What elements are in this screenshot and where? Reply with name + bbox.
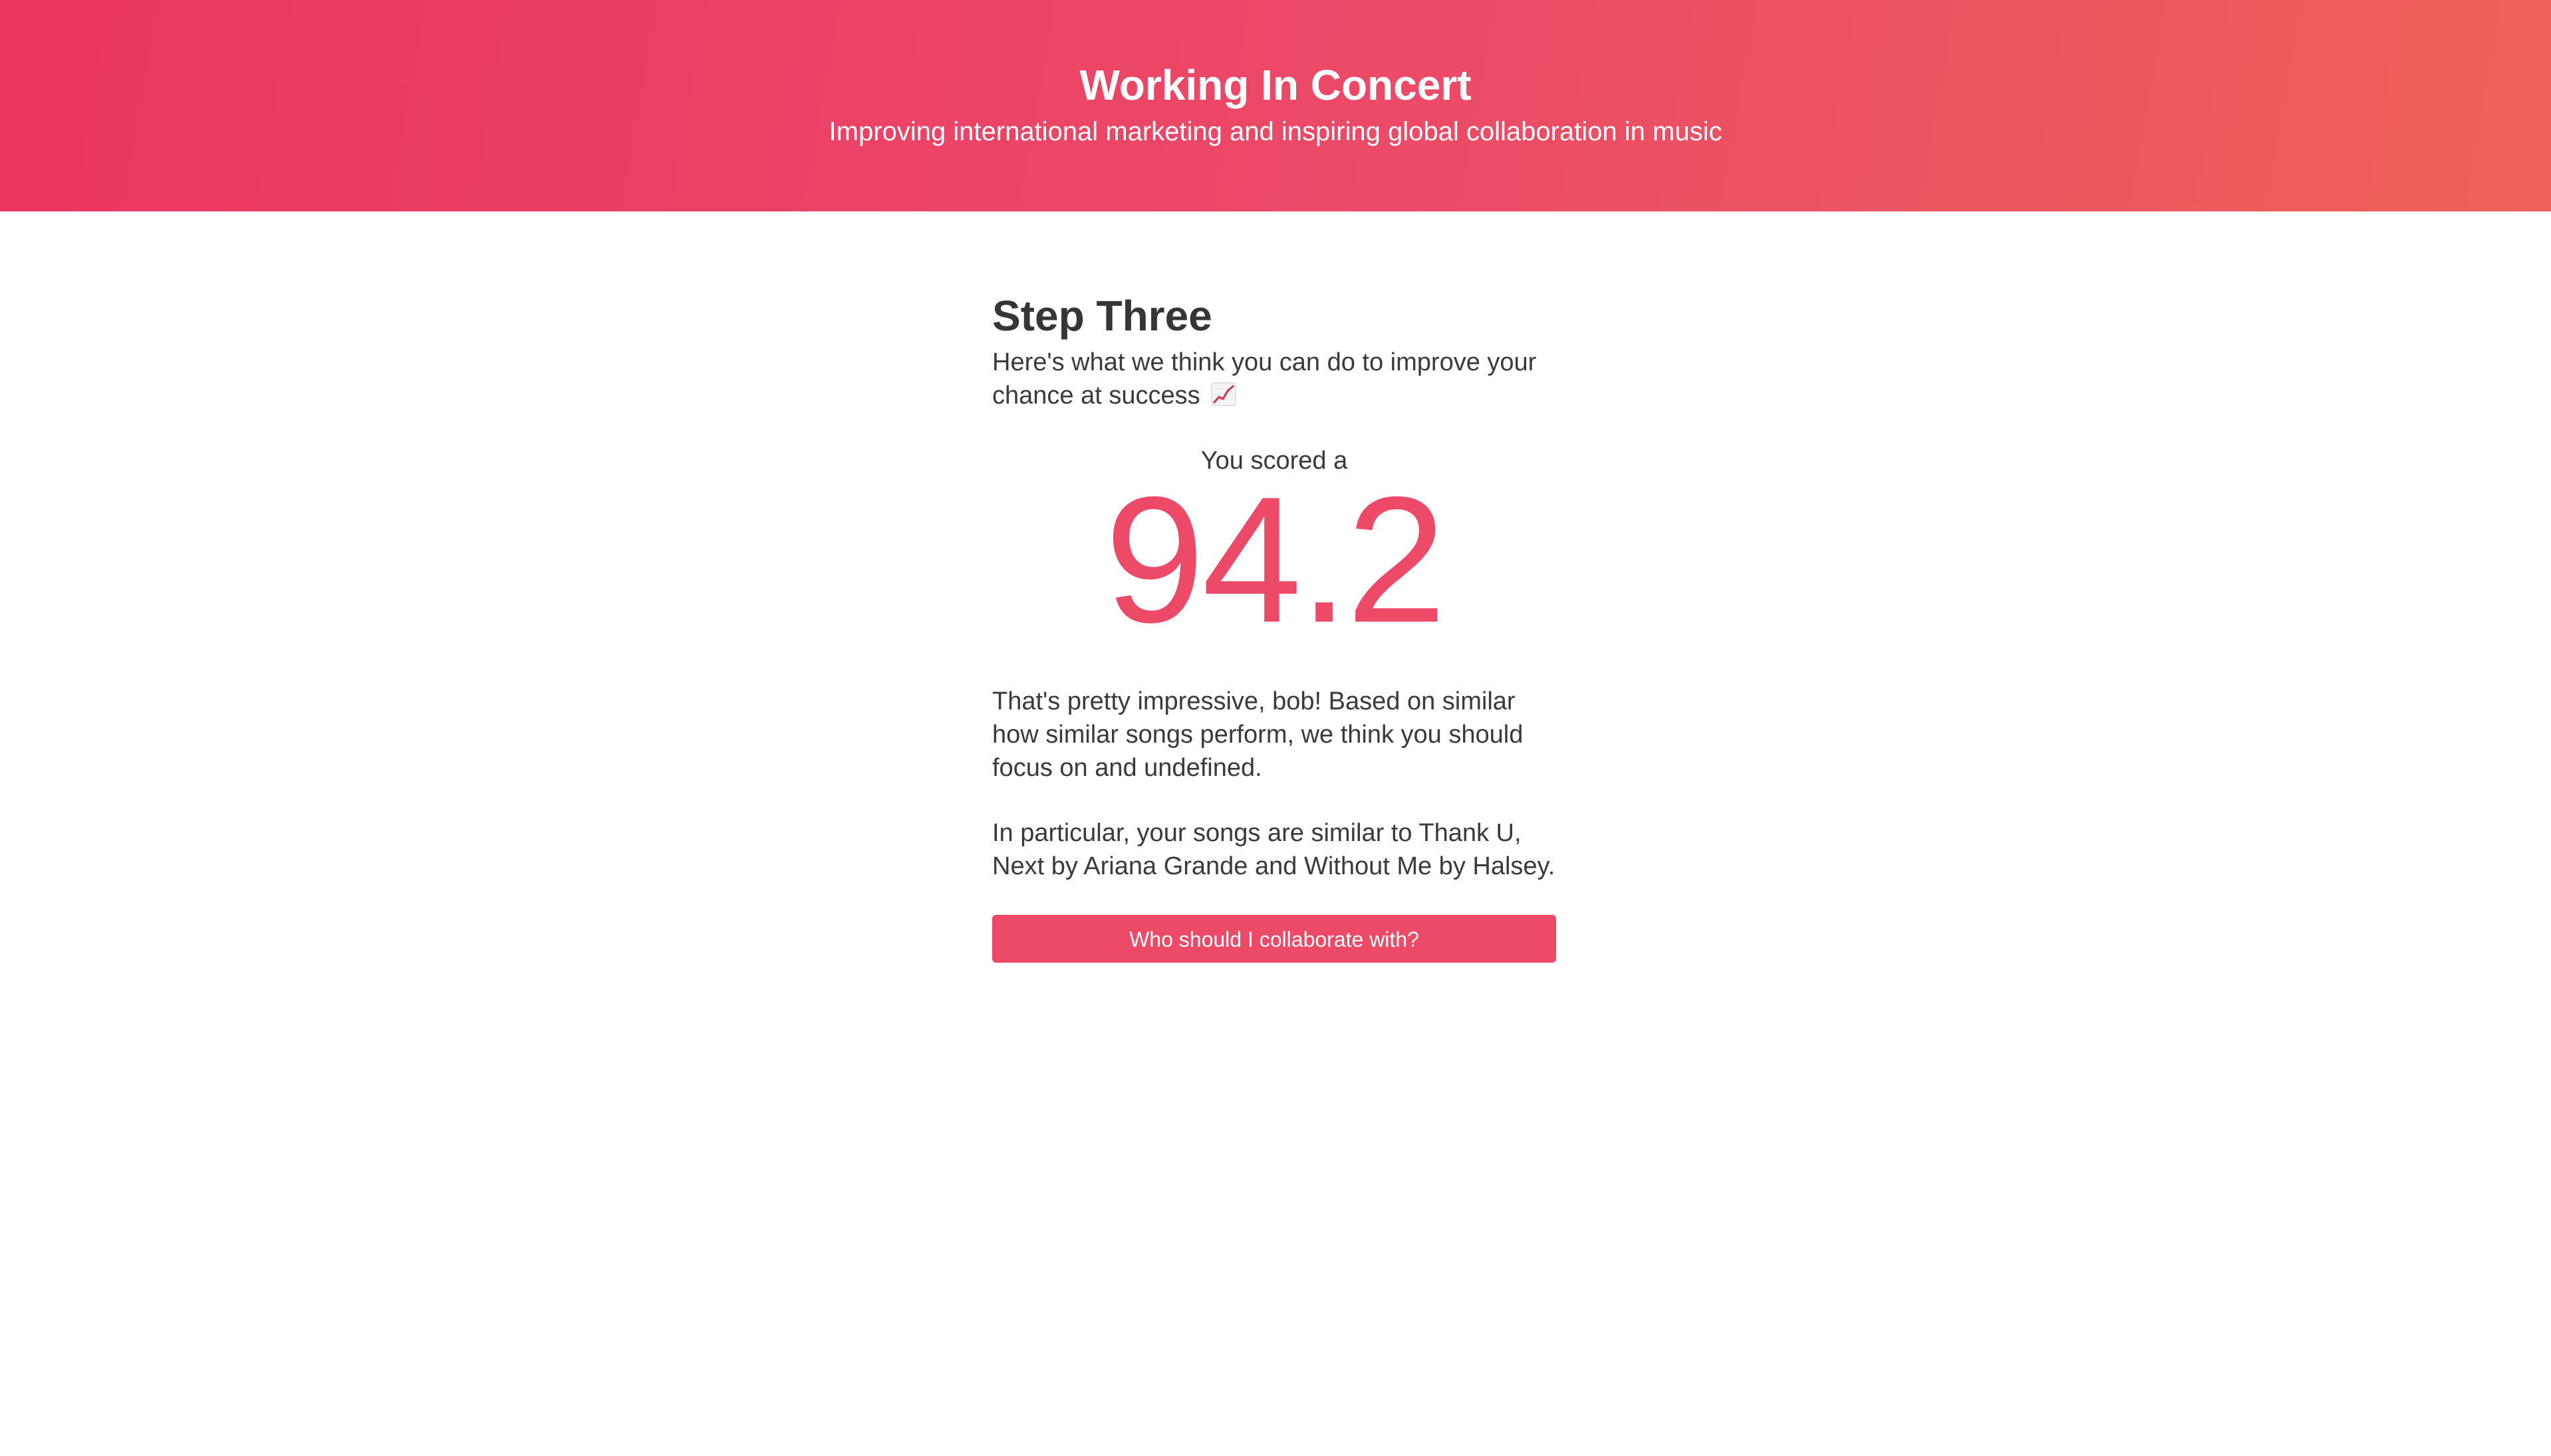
collaborate-button[interactable]: Who should I collaborate with? bbox=[992, 915, 1556, 963]
chart-increasing-icon bbox=[1211, 382, 1236, 406]
results-paragraph: That's pretty impressive, bob! Based on … bbox=[992, 687, 1524, 782]
step-description-text: Here's what we think you can do to impro… bbox=[992, 348, 1537, 410]
site-subtitle: Improving international marketing and in… bbox=[829, 117, 1722, 146]
step-content: Step Three Here's what we think you can … bbox=[992, 286, 1556, 963]
hero-banner: Working In Concert Improving internation… bbox=[0, 0, 2551, 211]
step-title: Step Three bbox=[992, 292, 1212, 340]
similar-songs-paragraph: In particular, your songs are similar to… bbox=[992, 819, 1555, 880]
step-description: Here's what we think you can do to impro… bbox=[992, 346, 1556, 412]
site-title: Working In Concert bbox=[1079, 61, 1472, 109]
score-value: 94.2 bbox=[1105, 460, 1446, 660]
